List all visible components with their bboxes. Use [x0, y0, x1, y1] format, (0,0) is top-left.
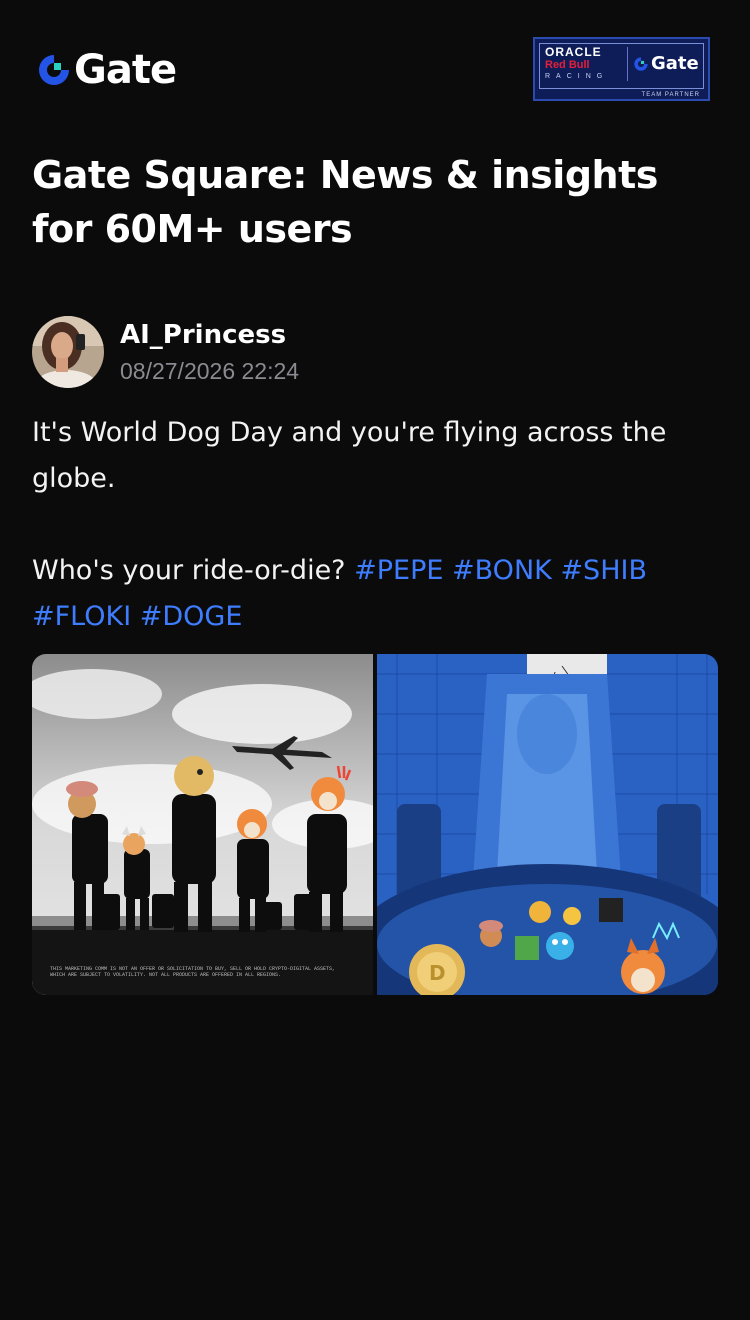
partner-oracle: ORACLE — [545, 45, 602, 59]
post-author[interactable]: AI_Princess 08/27/2026 22:24 — [32, 316, 712, 388]
post-line: It's World Dog Day and you're flying acr… — [32, 417, 667, 494]
header: Gate ORACLE Red Bull RACING Gate TEAM PA… — [0, 0, 750, 130]
post-question: Who's your ride-or-die? — [32, 555, 346, 586]
hashtag-doge[interactable]: #DOGE — [140, 601, 243, 632]
svg-text:D: D — [429, 961, 446, 985]
post-timestamp: 08/27/2026 22:24 — [120, 358, 300, 384]
partner-redbull: Red Bull — [545, 59, 590, 71]
partner-gate: Gate — [633, 53, 699, 74]
partner-racing: RACING — [545, 73, 609, 80]
brand-name: Gate — [74, 47, 177, 93]
gate-logo-icon — [634, 56, 648, 71]
hashtag-pepe[interactable]: #PEPE — [354, 555, 443, 586]
post-image-throne-room[interactable]: D — [377, 654, 718, 995]
hashtag-floki[interactable]: #FLOKI — [32, 601, 131, 632]
gate-logo[interactable]: Gate — [36, 47, 177, 93]
gate-logo-icon — [39, 55, 69, 85]
svg-text:WHICH ARE SUBJECT TO VOLATILIT: WHICH ARE SUBJECT TO VOLATILITY. NOT ALL… — [50, 972, 281, 978]
page-title: Gate Square: News & insights for 60M+ us… — [32, 153, 658, 251]
partner-tagline: TEAM PARTNER — [641, 92, 700, 98]
hashtag-bonk[interactable]: #BONK — [452, 555, 552, 586]
hashtag-shib[interactable]: #SHIB — [560, 555, 647, 586]
author-name[interactable]: AI_Princess — [120, 320, 286, 350]
partner-divider — [627, 47, 628, 81]
post-image-gallery: THIS MARKETING COMM IS NOT AN OFFER OR S… — [32, 654, 718, 995]
post-question-line: Who's your ride-or-die? #PEPE #BONK #SHI… — [32, 548, 718, 640]
avatar[interactable] — [32, 316, 104, 388]
post-image-airport-dogs[interactable]: THIS MARKETING COMM IS NOT AN OFFER OR S… — [32, 654, 373, 995]
post-body: It's World Dog Day and you're flying acr… — [32, 410, 718, 640]
partner-gate-label: Gate — [651, 53, 699, 74]
partner-badge[interactable]: ORACLE Red Bull RACING Gate TEAM PARTNER — [533, 37, 710, 101]
